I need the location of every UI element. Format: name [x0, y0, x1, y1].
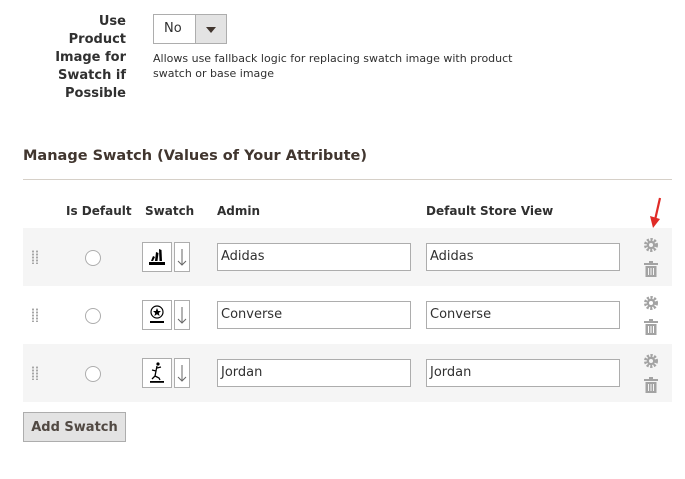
drag-handle-icon[interactable] [31, 250, 39, 264]
annotation-arrow-icon [650, 197, 662, 228]
store-view-value-input[interactable]: Converse [426, 301, 620, 329]
jordan-logo-icon [150, 362, 164, 383]
is-default-radio[interactable] [85, 250, 101, 266]
use-product-image-select[interactable]: No [153, 14, 227, 44]
swatch-dropdown[interactable] [174, 358, 190, 388]
header-swatch: Swatch [145, 204, 195, 218]
section-divider [23, 179, 672, 180]
table-row: Converse Converse [23, 286, 672, 344]
admin-value-input[interactable]: Adidas [217, 243, 411, 271]
swatch-image[interactable] [142, 300, 172, 330]
converse-logo-icon [150, 305, 164, 323]
swatch-image[interactable] [142, 242, 172, 272]
trash-icon[interactable] [644, 377, 658, 393]
admin-value-input[interactable]: Converse [217, 301, 411, 329]
swatch-image[interactable] [142, 358, 172, 388]
header-admin: Admin [217, 204, 261, 218]
store-view-value-input[interactable]: Adidas [426, 243, 620, 271]
drag-handle-icon[interactable] [31, 308, 39, 322]
arrow-down-icon [177, 365, 187, 382]
gear-icon[interactable] [643, 237, 659, 253]
table-row: Jordan Jordan [23, 344, 672, 402]
is-default-radio[interactable] [85, 308, 101, 324]
store-view-value-input[interactable]: Jordan [426, 359, 620, 387]
header-is-default: Is Default [66, 204, 132, 218]
trash-icon[interactable] [644, 319, 658, 335]
drag-handle-icon[interactable] [31, 366, 39, 380]
arrow-down-icon [177, 249, 187, 266]
adidas-logo-icon [149, 249, 165, 265]
use-product-image-label: Use Product Image for Swatch if Possible [55, 14, 126, 101]
field-note: Allows use fallback logic for replacing … [153, 52, 513, 80]
gear-icon[interactable] [643, 353, 659, 369]
swatch-dropdown[interactable] [174, 300, 190, 330]
table-row: Adidas Adidas [23, 228, 672, 286]
add-swatch-button[interactable]: Add Swatch [23, 412, 126, 442]
select-value: No [164, 21, 182, 36]
header-store-view: Default Store View [426, 204, 554, 218]
trash-icon[interactable] [644, 261, 658, 277]
chevron-down-icon[interactable] [195, 15, 226, 43]
section-title: Manage Swatch (Values of Your Attribute) [23, 148, 368, 164]
swatch-dropdown[interactable] [174, 242, 190, 272]
admin-value-input[interactable]: Jordan [217, 359, 411, 387]
gear-icon[interactable] [643, 295, 659, 311]
is-default-radio[interactable] [85, 366, 101, 382]
arrow-down-icon [177, 307, 187, 324]
